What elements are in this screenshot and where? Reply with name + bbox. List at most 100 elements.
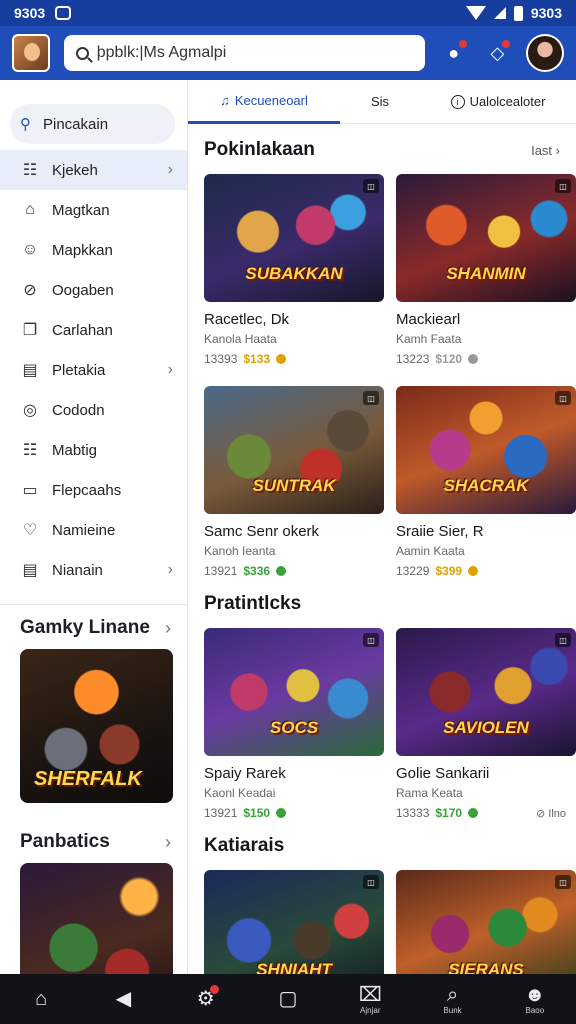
- search-input[interactable]: þpblk:|Ms Agmalpi: [63, 35, 425, 71]
- bell-icon[interactable]: ●: [439, 38, 469, 68]
- game-logo: SHNIAHT: [256, 960, 332, 974]
- wifi-icon: [465, 6, 486, 20]
- ad-badge-icon: ◫: [555, 179, 571, 193]
- nav-item[interactable]: ⌧ Ajnjar: [340, 984, 400, 1015]
- user-avatar[interactable]: [526, 34, 564, 72]
- game-section: Katiarais ◫ SHNIAHT ◫ SIERANS: [188, 820, 576, 974]
- sidebar-item[interactable]: ☺ Mapkkan: [0, 230, 187, 270]
- search-icon: [75, 46, 89, 60]
- game-card[interactable]: ◫ SUBAKKAN Racetlec, Dk Kanola Haata 13393 $1…: [204, 174, 384, 366]
- sidebar-item-icon: ▭: [22, 482, 38, 499]
- section-title: Pokinlakaan: [204, 139, 315, 160]
- game-card[interactable]: ◫ SHACRAK Sraiie Sier, R Aamin Kaata 13229 $3…: [396, 386, 576, 578]
- game-title: Samc Senr okerk: [204, 523, 320, 540]
- game-developer: Aamin Kaata: [396, 544, 465, 558]
- sidebar-item[interactable]: ▭ Flepcaahs: [0, 470, 187, 510]
- sidebar-item-icon: ❐: [22, 322, 38, 339]
- section-title: Pratintlcks: [204, 593, 302, 614]
- ad-badge-icon: ◫: [363, 633, 379, 647]
- chevron-right-icon: ›: [165, 617, 171, 638]
- tab-label: Sis: [370, 94, 390, 109]
- info-icon: i: [450, 94, 465, 109]
- game-grid: ◫ SUNTRAK Samc Senr okerk Kanoh Ieanta 13921…: [188, 386, 576, 578]
- game-thumbnail[interactable]: ◫ SHNIAHT: [204, 870, 384, 974]
- ad-badge-icon: ◫: [555, 633, 571, 647]
- game-thumbnail[interactable]: ◫ SAVIOLEN: [396, 628, 576, 756]
- coin-icon: [468, 354, 479, 364]
- home-icon: ⌂: [35, 988, 48, 1010]
- notification-dot: [209, 985, 219, 994]
- game-grid: ◫ SOCS Spaiy Rarek Kaonl Keadai 13921 $150 ◫ SA…: [188, 628, 576, 820]
- sidebar-item-label: Pletakia: [52, 361, 106, 379]
- sidebar-item[interactable]: ⊘ Oogaben: [0, 270, 187, 310]
- game-avatar[interactable]: [12, 34, 50, 72]
- sidebar-item[interactable]: ▤ Pletakia ›: [0, 350, 187, 390]
- sidebar-item[interactable]: ⌂ Magtkan: [0, 190, 187, 230]
- sidebar-item-label: Cododn: [52, 401, 105, 419]
- ad-badge-icon: ◫: [555, 391, 571, 405]
- sidebar-item-icon: ⌂: [25, 201, 35, 218]
- game-meta: 13333 $170 ⊘ Ilno: [396, 806, 576, 820]
- tab-second[interactable]: Sis: [340, 80, 420, 124]
- status-bar: 9303 9303: [0, 0, 576, 26]
- sidebar-section-title: Gamky Linane: [20, 617, 150, 638]
- featured-game-card[interactable]: [20, 863, 173, 974]
- sidebar-section-header[interactable]: Panbatics ›: [0, 819, 187, 863]
- main-content: ♫ Kecueneoarl Sis i Ualolcealoter Pokinl…: [188, 80, 576, 974]
- game-thumbnail[interactable]: ◫ SUBAKKAN: [204, 174, 384, 302]
- game-section: Pratintlcks ◫ SOCS Spaiy Rarek Kaonl Keadai 1…: [188, 578, 576, 820]
- game-developer: Kanoh Ieanta: [204, 544, 276, 558]
- nav-item[interactable]: ⌕ Bunk: [423, 984, 483, 1015]
- game-thumbnail[interactable]: ◫ SOCS: [204, 628, 384, 756]
- sidebar-item-icon: ♡: [22, 522, 38, 539]
- sidebar-item-label: Oogaben: [52, 281, 114, 299]
- nav-item[interactable]: ⌂: [11, 988, 71, 1010]
- game-downloads: 13393: [204, 352, 238, 366]
- sidebar-item[interactable]: ❐ Carlahan: [0, 310, 187, 350]
- chevron-right-icon: ›: [167, 361, 173, 378]
- nav-item[interactable]: ▢: [258, 988, 318, 1010]
- sidebar-item[interactable]: ▤ Nianain ›: [0, 550, 187, 590]
- sidebar-item[interactable]: ♡ Namieine: [0, 510, 187, 550]
- game-card[interactable]: ◫ SOCS Spaiy Rarek Kaonl Keadai 13921 $150: [204, 628, 384, 820]
- game-price: $150: [243, 806, 271, 820]
- shield-icon[interactable]: ◇: [483, 38, 513, 68]
- section-header: Katiarais: [188, 830, 576, 862]
- section-more-link[interactable]: Iast ›: [531, 143, 560, 158]
- game-card[interactable]: ◫ SHANMIN Mackiearl Kamh Faata 13223 $120: [396, 174, 576, 366]
- game-thumbnail[interactable]: ◫ SUNTRAK: [204, 386, 384, 514]
- nav-item[interactable]: ⚙: [176, 985, 236, 1010]
- nav-item[interactable]: ☻ Baoo: [505, 984, 565, 1015]
- game-thumbnail[interactable]: ◫ SHACRAK: [396, 386, 576, 514]
- game-logo: SHACRAK: [443, 476, 529, 495]
- featured-game-card[interactable]: SHERFALK: [20, 649, 173, 803]
- app-bar: þpblk:|Ms Agmalpi ● ◇: [0, 26, 576, 80]
- nav-item[interactable]: ◀: [93, 988, 153, 1010]
- game-developer: Kaonl Keadai: [204, 786, 276, 800]
- game-card[interactable]: ◫ SAVIOLEN Golie Sankarii Rama Keata 13333 $1…: [396, 628, 576, 820]
- tab-recommended[interactable]: ♫ Kecueneoarl: [188, 80, 340, 124]
- sidebar-item[interactable]: ◎ Cododn: [0, 390, 187, 430]
- status-time: 9303: [14, 5, 46, 21]
- section-more-label: Iast: [531, 142, 553, 158]
- game-card[interactable]: ◫ SHNIAHT: [204, 870, 384, 974]
- search-icon: ⚲: [20, 116, 31, 133]
- sidebar-search[interactable]: ⚲ Pincakain: [10, 104, 175, 144]
- sidebar-item[interactable]: ☷ Kjekeh ›: [0, 150, 187, 190]
- game-card[interactable]: ◫ SUNTRAK Samc Senr okerk Kanoh Ieanta 13921…: [204, 386, 384, 578]
- tab-third[interactable]: i Ualolcealoter: [420, 80, 576, 124]
- sidebar-item-label: Mabtig: [52, 441, 98, 459]
- sidebar-section-header[interactable]: Gamky Linane ›: [0, 605, 187, 649]
- notification-status-icon: [55, 6, 72, 20]
- chevron-right-icon: ›: [167, 161, 173, 178]
- sidebar-item-label: Namieine: [52, 521, 116, 539]
- featured-game-logo: SHERFALK: [34, 768, 142, 790]
- game-thumbnail[interactable]: ◫ SIERANS: [396, 870, 576, 974]
- coin-icon: [468, 566, 479, 576]
- game-meta: 13223 $120: [396, 352, 576, 366]
- game-meta: 13393 $133: [204, 352, 384, 366]
- sidebar-item[interactable]: ☷ Mabtig: [0, 430, 187, 470]
- game-meta: 13921 $150: [204, 806, 384, 820]
- game-thumbnail[interactable]: ◫ SHANMIN: [396, 174, 576, 302]
- game-card[interactable]: ◫ SIERANS: [396, 870, 576, 974]
